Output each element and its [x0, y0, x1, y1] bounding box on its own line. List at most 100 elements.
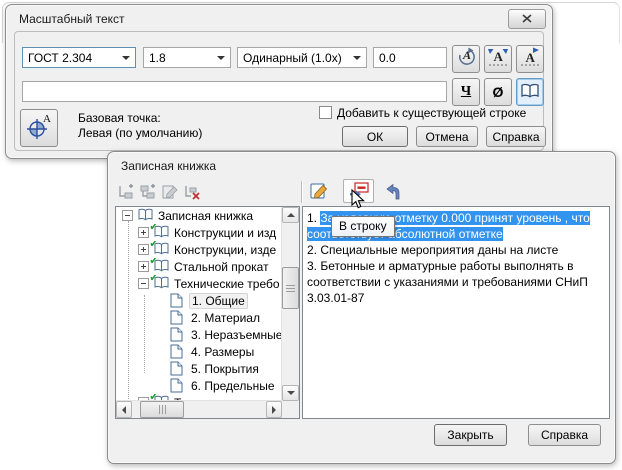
check-icon: ✓	[149, 258, 159, 267]
add-record-icon[interactable]	[116, 182, 136, 202]
tree-item-page[interactable]: 5. Покрытия	[116, 360, 282, 377]
tree-item-page[interactable]: 2. Материал	[116, 309, 282, 326]
notebook-button[interactable]	[516, 78, 544, 106]
expand-icon[interactable]	[138, 261, 149, 272]
tree-item-page[interactable]: 3. Неразъемные	[116, 326, 282, 343]
narrow-text-icon: A	[487, 47, 509, 72]
tooltip: В строку	[331, 216, 395, 237]
tree-item-label: Конструкции, изде	[174, 243, 276, 257]
svg-text:A: A	[43, 113, 51, 125]
text-input[interactable]	[22, 81, 447, 102]
scale-dialog-titlebar[interactable]: Масштабный текст	[6, 5, 552, 31]
editor-line-1-prefix: 1.	[307, 211, 320, 225]
line-spacing-combo[interactable]: Одинарный (1.0x)	[237, 47, 367, 68]
scroll-up-button[interactable]	[282, 207, 299, 223]
horizontal-scroll-thumb[interactable]	[140, 401, 184, 418]
check-icon: ✓	[149, 275, 159, 284]
add-section-icon[interactable]	[138, 182, 158, 202]
append-checkbox-label: Добавить к существующей строке	[337, 106, 526, 120]
notebook-tree[interactable]: Записная книжка ✓ Конструкции и изд ✓ Ко…	[115, 206, 300, 419]
section-book-icon: ✓	[153, 225, 170, 240]
page-icon	[170, 310, 187, 325]
base-point-button[interactable]: A	[20, 109, 58, 147]
underline-button[interactable]: Ч	[452, 78, 480, 106]
narrow-text-button[interactable]: A	[484, 45, 512, 73]
tree-item-root[interactable]: Записная книжка	[116, 207, 282, 224]
tree-content: Записная книжка ✓ Конструкции и изд ✓ Ко…	[116, 207, 282, 401]
page-icon	[170, 344, 187, 359]
section-book-icon: ✓	[153, 242, 170, 257]
cancel-label: Отмена	[425, 130, 468, 144]
tree-item-section[interactable]: ✓ Конструкции и изд	[116, 224, 282, 241]
scroll-left-button[interactable]	[116, 401, 132, 418]
font-standard-value: ГОСТ 2.304	[28, 51, 92, 65]
edit-record-disabled-icon[interactable]	[160, 182, 180, 202]
underline-label: Ч	[461, 84, 471, 100]
tree-item-page[interactable]: 6. Предельные	[116, 377, 282, 394]
ok-label: ОК	[367, 130, 383, 144]
widen-text-icon: A	[519, 47, 541, 72]
notebook-book-icon	[137, 208, 154, 223]
cancel-button[interactable]: Отмена	[416, 126, 478, 147]
notebook-dialog: Записная книжка	[107, 151, 616, 464]
section-book-icon: ✓	[153, 259, 170, 274]
text-height-combo[interactable]: 1.8	[143, 47, 231, 68]
diameter-button[interactable]: Ø	[484, 78, 512, 106]
rotate-text-icon: A	[455, 47, 477, 72]
append-checkbox[interactable]	[319, 106, 332, 119]
diameter-label: Ø	[493, 84, 504, 100]
arrow-down-icon	[287, 391, 295, 395]
tree-item-section[interactable]: ✓ Конструкции, изде	[116, 241, 282, 258]
arrow-right-icon	[272, 406, 276, 414]
tree-item-label: 2. Материал	[191, 311, 260, 325]
close-dialog-label: Закрыть	[447, 428, 493, 442]
help-button[interactable]: Справка	[486, 126, 546, 147]
base-point-icon: A	[24, 112, 54, 145]
tree-item-label: 6. Предельные	[191, 379, 275, 393]
chevron-down-icon	[122, 56, 130, 60]
close-icon	[522, 12, 532, 26]
collapse-icon[interactable]	[122, 210, 133, 221]
delete-record-icon[interactable]	[182, 182, 202, 202]
tree-item-page[interactable]: 1. Общие	[116, 292, 282, 309]
close-dialog-button[interactable]: Закрыть	[434, 424, 507, 446]
tree-item-label: 4. Размеры	[191, 345, 254, 359]
tree-item-label: Стальной прокат	[174, 260, 269, 274]
text-height-value: 1.8	[149, 51, 166, 65]
tree-item-section[interactable]: ✓ Стальной прокат	[116, 258, 282, 275]
tree-item-label: Записная книжка	[158, 209, 253, 223]
scale-dialog-title: Масштабный текст	[19, 12, 125, 26]
ok-button[interactable]: ОК	[342, 126, 408, 147]
notebook-dialog-titlebar[interactable]: Записная книжка	[108, 152, 615, 178]
chevron-down-icon	[353, 56, 361, 60]
editor-line-3: 3. Бетонные и арматурные работы выполнят…	[307, 258, 605, 306]
chevron-down-icon	[217, 56, 225, 60]
rotate-text-button[interactable]: A	[452, 45, 480, 73]
tree-horizontal-scrollbar[interactable]	[116, 400, 282, 418]
expand-icon[interactable]	[138, 227, 149, 238]
notebook-editor[interactable]: 1. За условную отметку 0.000 принят уров…	[302, 206, 610, 419]
check-icon: ✓	[149, 224, 159, 233]
scroll-down-button[interactable]	[282, 385, 299, 401]
tree-item-page[interactable]: 4. Размеры	[116, 343, 282, 360]
tree-item-label: Технические требо	[174, 277, 280, 291]
line-spacing-value: Одинарный (1.0x)	[243, 51, 342, 65]
scroll-right-button[interactable]	[266, 401, 282, 418]
base-point-caption: Базовая точка:	[78, 111, 161, 125]
widen-text-button[interactable]: A	[516, 45, 544, 73]
tree-vertical-scrollbar[interactable]	[281, 207, 299, 401]
edit-text-icon[interactable]	[309, 181, 329, 201]
expand-icon[interactable]	[138, 244, 149, 255]
collapse-icon[interactable]	[138, 278, 149, 289]
notebook-dialog-title: Записная книжка	[121, 159, 216, 173]
undo-icon[interactable]	[385, 182, 405, 202]
notebook-icon	[520, 83, 540, 102]
vertical-scroll-thumb[interactable]	[282, 267, 299, 309]
arrow-up-icon	[287, 213, 295, 217]
angle-field[interactable]	[373, 47, 447, 68]
font-standard-combo[interactable]: ГОСТ 2.304	[22, 47, 136, 68]
notebook-help-button[interactable]: Справка	[528, 424, 601, 446]
close-button[interactable]	[508, 9, 546, 29]
base-point-value: Левая (по умолчанию)	[78, 126, 202, 140]
tree-item-section[interactable]: ✓ Технические требо	[116, 275, 282, 292]
